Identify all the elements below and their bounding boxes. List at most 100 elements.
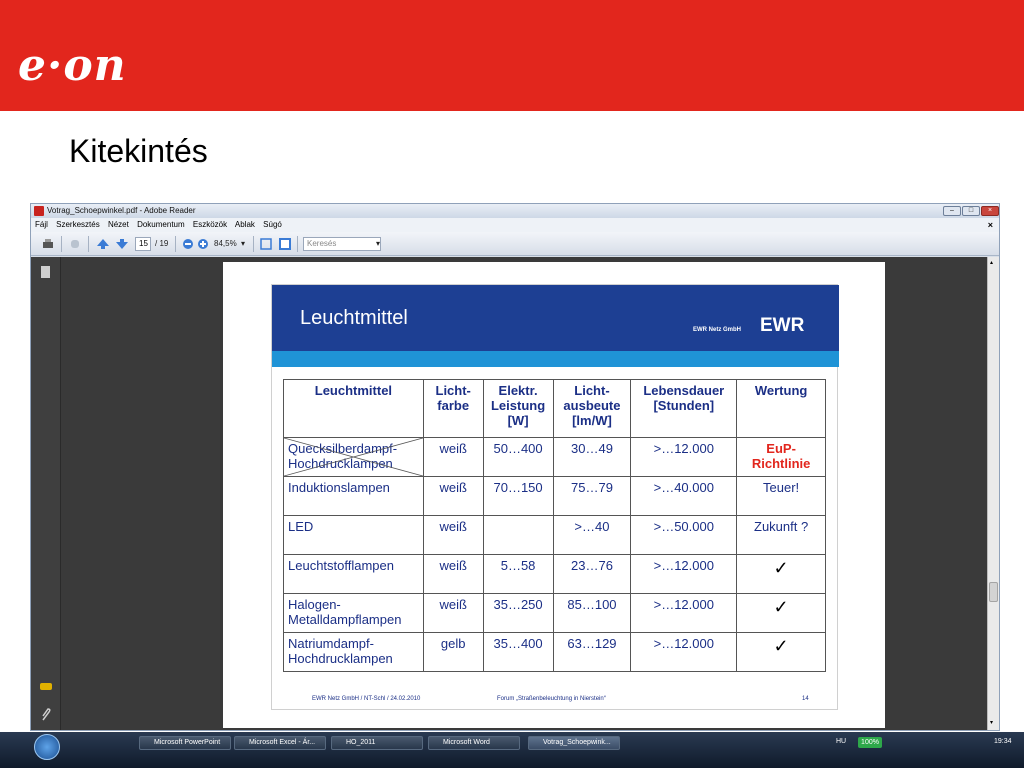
embedded-slide: Leuchtmittel EWR Netz GmbH EWR Leuchtmit… bbox=[271, 284, 839, 710]
table-cell: Halogen-Metalldampflampen bbox=[283, 593, 424, 633]
menu-tools[interactable]: Eszközök bbox=[193, 220, 227, 229]
minimize-button[interactable]: – bbox=[943, 206, 961, 216]
zoom-level-select[interactable]: 84,5% bbox=[214, 237, 237, 251]
table-cell: 85…100 bbox=[552, 593, 632, 633]
table-cell: EuP-Richtlinie bbox=[736, 437, 826, 477]
table-cell: >…12.000 bbox=[630, 632, 738, 672]
next-page-icon[interactable] bbox=[115, 237, 129, 251]
scroll-down-icon[interactable]: ▾ bbox=[990, 719, 993, 726]
adobe-reader-window: Votrag_Schoepwinkel.pdf - Adobe Reader –… bbox=[30, 203, 1000, 731]
table-cell: weiß bbox=[422, 593, 484, 633]
table-cell: 23…76 bbox=[552, 554, 632, 594]
table-cell: weiß bbox=[422, 437, 484, 477]
chevron-down-icon[interactable]: ▾ bbox=[241, 237, 245, 251]
pdf-icon bbox=[34, 206, 44, 216]
table-row: LED weiß >…40 >…50.000 Zukunft ? bbox=[283, 515, 826, 555]
menu-view[interactable]: Nézet bbox=[108, 220, 129, 229]
table-cell: 63…129 bbox=[552, 632, 632, 672]
slide-heading: Leuchtmittel bbox=[300, 307, 408, 329]
taskbar-item-excel[interactable]: Microsoft Excel - Ár... bbox=[234, 736, 326, 750]
slide-footer-left: EWR Netz GmbH / NT-Schl / 24.02.2010 bbox=[312, 696, 421, 702]
table-cell: >…40.000 bbox=[630, 476, 738, 516]
menu-bar: Fájl Szerkesztés Nézet Dokumentum Eszköz… bbox=[31, 218, 999, 232]
toolbar-separator bbox=[61, 236, 62, 252]
table-row: Quecksilberdampf-Hochdrucklampen weiß 50… bbox=[283, 437, 826, 477]
pages-icon[interactable] bbox=[40, 265, 52, 279]
navigation-panel bbox=[31, 257, 61, 730]
page-number-input[interactable]: 15 bbox=[135, 237, 151, 251]
table-cell: >…50.000 bbox=[630, 515, 738, 555]
header-stripe bbox=[272, 351, 839, 367]
page-total: / 19 bbox=[155, 239, 169, 248]
table-cell: 75…79 bbox=[552, 476, 632, 516]
search-input[interactable]: Keresés bbox=[303, 237, 381, 251]
slide-header: Leuchtmittel EWR Netz GmbH EWR bbox=[272, 285, 839, 351]
print-icon[interactable] bbox=[41, 237, 55, 251]
table-cell: Zukunft ? bbox=[736, 515, 826, 555]
previous-page-icon[interactable] bbox=[96, 237, 110, 251]
taskbar-item-powerpoint[interactable]: Microsoft PowerPoint bbox=[139, 736, 231, 750]
scroll-up-icon[interactable]: ▴ bbox=[990, 259, 993, 266]
window-titlebar: Votrag_Schoepwinkel.pdf - Adobe Reader –… bbox=[31, 204, 999, 218]
menu-file[interactable]: Fájl bbox=[35, 220, 48, 229]
table-cell: >…12.000 bbox=[630, 554, 738, 594]
scrollbar-thumb[interactable] bbox=[989, 582, 998, 602]
lamp-table: Leuchtmittel Licht-farbe Elektr. Leistun… bbox=[283, 379, 826, 672]
start-button[interactable] bbox=[34, 734, 60, 760]
menu-help[interactable]: Súgó bbox=[263, 220, 282, 229]
checkmark-icon: ✓ bbox=[736, 554, 826, 594]
pdf-page: Leuchtmittel EWR Netz GmbH EWR Leuchtmit… bbox=[223, 262, 885, 728]
zoom-out-icon[interactable] bbox=[181, 237, 195, 251]
checkmark-icon: ✓ bbox=[736, 632, 826, 672]
toolbar: 15 / 19 84,5% ▾ Keresés ▾ bbox=[31, 232, 999, 256]
taskbar-item-word[interactable]: Microsoft Word bbox=[428, 736, 520, 750]
page-title: Kitekintés bbox=[69, 133, 208, 169]
language-indicator[interactable]: HU bbox=[836, 736, 846, 748]
battery-indicator[interactable]: 100% bbox=[858, 737, 882, 748]
menu-window[interactable]: Ablak bbox=[235, 220, 255, 229]
zoom-in-icon[interactable] bbox=[196, 237, 210, 251]
table-header-row: Leuchtmittel Licht-farbe Elektr. Leistun… bbox=[283, 379, 826, 438]
company-name: EWR Netz GmbH bbox=[693, 327, 741, 333]
table-cell: 35…250 bbox=[482, 593, 554, 633]
table-cell: Induktionslampen bbox=[283, 476, 424, 516]
fit-page-icon[interactable] bbox=[259, 237, 273, 251]
window-title: Votrag_Schoepwinkel.pdf - Adobe Reader bbox=[47, 206, 196, 215]
slide-footer-center: Forum „Straßenbeleuchtung in Nierstein“ bbox=[497, 696, 606, 702]
table-cell: Teuer! bbox=[736, 476, 826, 516]
table-cell: weiß bbox=[422, 554, 484, 594]
table-cell: Leuchtstofflampen bbox=[283, 554, 424, 594]
eon-logo: e·on bbox=[18, 40, 127, 91]
toolbar-separator bbox=[88, 236, 89, 252]
checkmark-icon: ✓ bbox=[736, 593, 826, 633]
clock[interactable]: 19:34 bbox=[994, 736, 1012, 748]
table-cell: weiß bbox=[422, 476, 484, 516]
table-cell: 50…400 bbox=[482, 437, 554, 477]
table-cell-crossed: Quecksilberdampf-Hochdrucklampen bbox=[283, 437, 424, 477]
table-cell: >…12.000 bbox=[630, 437, 738, 477]
table-cell: >…12.000 bbox=[630, 593, 738, 633]
table-cell: Natriumdampf-Hochdrucklampen bbox=[283, 632, 424, 672]
cross-out-icon bbox=[284, 438, 423, 476]
close-button[interactable]: × bbox=[981, 206, 999, 216]
comments-icon[interactable] bbox=[39, 682, 53, 694]
fit-width-icon[interactable] bbox=[278, 237, 292, 251]
maximize-button[interactable]: □ bbox=[962, 206, 980, 216]
column-header: Leuchtmittel bbox=[283, 379, 424, 438]
taskbar-item-reader[interactable]: Votrag_Schoepwink... bbox=[528, 736, 620, 750]
screen: e·on Kitekintés Votrag_Schoepwinkel.pdf … bbox=[0, 0, 1024, 768]
menu-document[interactable]: Dokumentum bbox=[137, 220, 185, 229]
search-dropdown-icon[interactable]: ▾ bbox=[376, 237, 380, 251]
brand-banner: e·on bbox=[0, 0, 1024, 111]
attachment-icon[interactable] bbox=[40, 708, 52, 722]
hand-tool-icon[interactable] bbox=[68, 237, 82, 251]
vertical-scrollbar[interactable]: ▴ ▾ bbox=[987, 257, 999, 730]
document-view[interactable]: Leuchtmittel EWR Netz GmbH EWR Leuchtmit… bbox=[61, 257, 987, 730]
menu-edit[interactable]: Szerkesztés bbox=[56, 220, 100, 229]
table-cell: 35…400 bbox=[482, 632, 554, 672]
table-cell: gelb bbox=[422, 632, 484, 672]
close-document-icon[interactable]: × bbox=[988, 218, 993, 232]
taskbar-item-folder[interactable]: HO_2011 bbox=[331, 736, 423, 750]
column-header: Wertung bbox=[736, 379, 826, 438]
table-row: Halogen-Metalldampflampen weiß 35…250 85… bbox=[283, 593, 826, 633]
